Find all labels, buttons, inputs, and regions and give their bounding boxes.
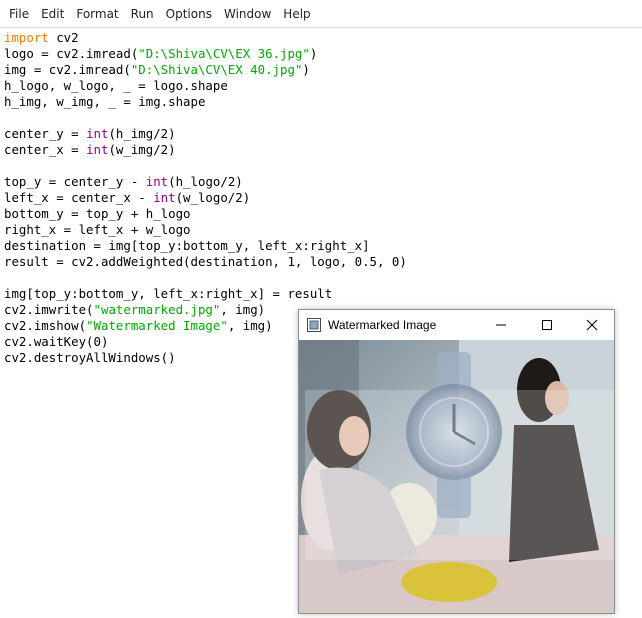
- yellow-cushion: [401, 562, 497, 602]
- code-token: logo = cv2.imread(: [4, 46, 139, 61]
- code-token: (h_img/2): [108, 126, 176, 141]
- code-line[interactable]: left_x = center_x - int(w_logo/2): [4, 190, 642, 206]
- code-token: img[top_y:bottom_y, left_x:right_x] = re…: [4, 286, 333, 301]
- code-keyword: import: [4, 30, 49, 45]
- code-builtin: int: [86, 126, 109, 141]
- code-token: cv2.imshow(: [4, 318, 87, 333]
- menu-run[interactable]: Run: [125, 0, 160, 28]
- maximize-icon: [542, 320, 552, 330]
- code-token: cv2.destroyAllWindows(): [4, 350, 176, 365]
- code-line[interactable]: top_y = center_y - int(h_logo/2): [4, 174, 642, 190]
- code-line[interactable]: center_x = int(w_img/2): [4, 142, 642, 158]
- code-token: h_logo, w_logo, _ = logo.shape: [4, 78, 228, 93]
- code-line[interactable]: [4, 270, 642, 286]
- code-token: bottom_y = top_y + h_logo: [4, 206, 191, 221]
- code-token: (h_logo/2): [168, 174, 243, 189]
- code-builtin: int: [86, 142, 109, 157]
- code-token: h_img, w_img, _ = img.shape: [4, 94, 206, 109]
- code-line[interactable]: result = cv2.addWeighted(destination, 1,…: [4, 254, 642, 270]
- code-line[interactable]: destination = img[top_y:bottom_y, left_x…: [4, 238, 642, 254]
- code-token: cv2: [48, 30, 79, 45]
- code-string: "D:\Shiva\CV\EX 36.jpg": [138, 46, 310, 61]
- code-line[interactable]: h_logo, w_logo, _ = logo.shape: [4, 78, 642, 94]
- code-token: (w_logo/2): [175, 190, 251, 205]
- code-line[interactable]: logo = cv2.imread("D:\Shiva\CV\EX 36.jpg…: [4, 46, 642, 62]
- code-line[interactable]: img[top_y:bottom_y, left_x:right_x] = re…: [4, 286, 642, 302]
- close-icon: [586, 319, 598, 331]
- code-line[interactable]: import cv2: [4, 30, 642, 46]
- menu-options[interactable]: Options: [160, 0, 218, 28]
- code-token: destination = img[top_y:bottom_y, left_x…: [4, 238, 370, 253]
- code-line[interactable]: bottom_y = top_y + h_logo: [4, 206, 642, 222]
- code-token: left_x = center_x -: [4, 190, 154, 205]
- code-token: ): [309, 46, 318, 61]
- code-token: cv2.waitKey(0): [4, 334, 109, 349]
- code-token: , img): [227, 318, 273, 333]
- code-token: ): [302, 62, 310, 77]
- image-window[interactable]: Watermarked Image: [298, 309, 615, 614]
- menu-file[interactable]: File: [3, 0, 35, 28]
- code-builtin: int: [145, 174, 169, 189]
- code-token: result = cv2.addWeighted(destination, 1,…: [4, 254, 407, 269]
- code-line[interactable]: img = cv2.imread("D:\Shiva\CV\EX 40.jpg"…: [4, 62, 642, 78]
- image-window-title: Watermarked Image: [328, 318, 437, 332]
- code-token: (w_img/2): [108, 142, 176, 157]
- code-token: top_y = center_y -: [4, 174, 146, 189]
- maximize-button[interactable]: [524, 310, 570, 340]
- minimize-icon: [496, 324, 506, 326]
- code-string: "D:\Shiva\CV\EX 40.jpg": [130, 62, 303, 77]
- code-token: , img): [220, 302, 266, 317]
- code-line[interactable]: h_img, w_img, _ = img.shape: [4, 94, 642, 110]
- code-line[interactable]: right_x = left_x + w_logo: [4, 222, 642, 238]
- menu-format[interactable]: Format: [70, 0, 124, 28]
- code-string: "Watermarked Image": [86, 318, 228, 333]
- code-token: img = cv2.imread(: [4, 62, 131, 77]
- code-token: center_y =: [4, 126, 87, 141]
- app-icon: [307, 318, 321, 332]
- code-line[interactable]: [4, 110, 642, 126]
- menu-bar: File Edit Format Run Options Window Help: [0, 0, 642, 28]
- close-button[interactable]: [569, 310, 615, 340]
- menu-help[interactable]: Help: [277, 0, 316, 28]
- code-token: right_x = left_x + w_logo: [4, 222, 191, 237]
- menu-edit[interactable]: Edit: [35, 0, 70, 28]
- minimize-button[interactable]: [478, 310, 524, 340]
- image-window-titlebar[interactable]: Watermarked Image: [299, 310, 614, 340]
- watermarked-photo: [299, 340, 614, 613]
- code-string: "watermarked.jpg": [93, 302, 221, 317]
- code-builtin: int: [153, 190, 176, 205]
- code-token: center_x =: [4, 142, 87, 157]
- code-line[interactable]: [4, 158, 642, 174]
- code-line[interactable]: center_y = int(h_img/2): [4, 126, 642, 142]
- menu-window[interactable]: Window: [218, 0, 277, 28]
- code-token: cv2.imwrite(: [4, 302, 94, 317]
